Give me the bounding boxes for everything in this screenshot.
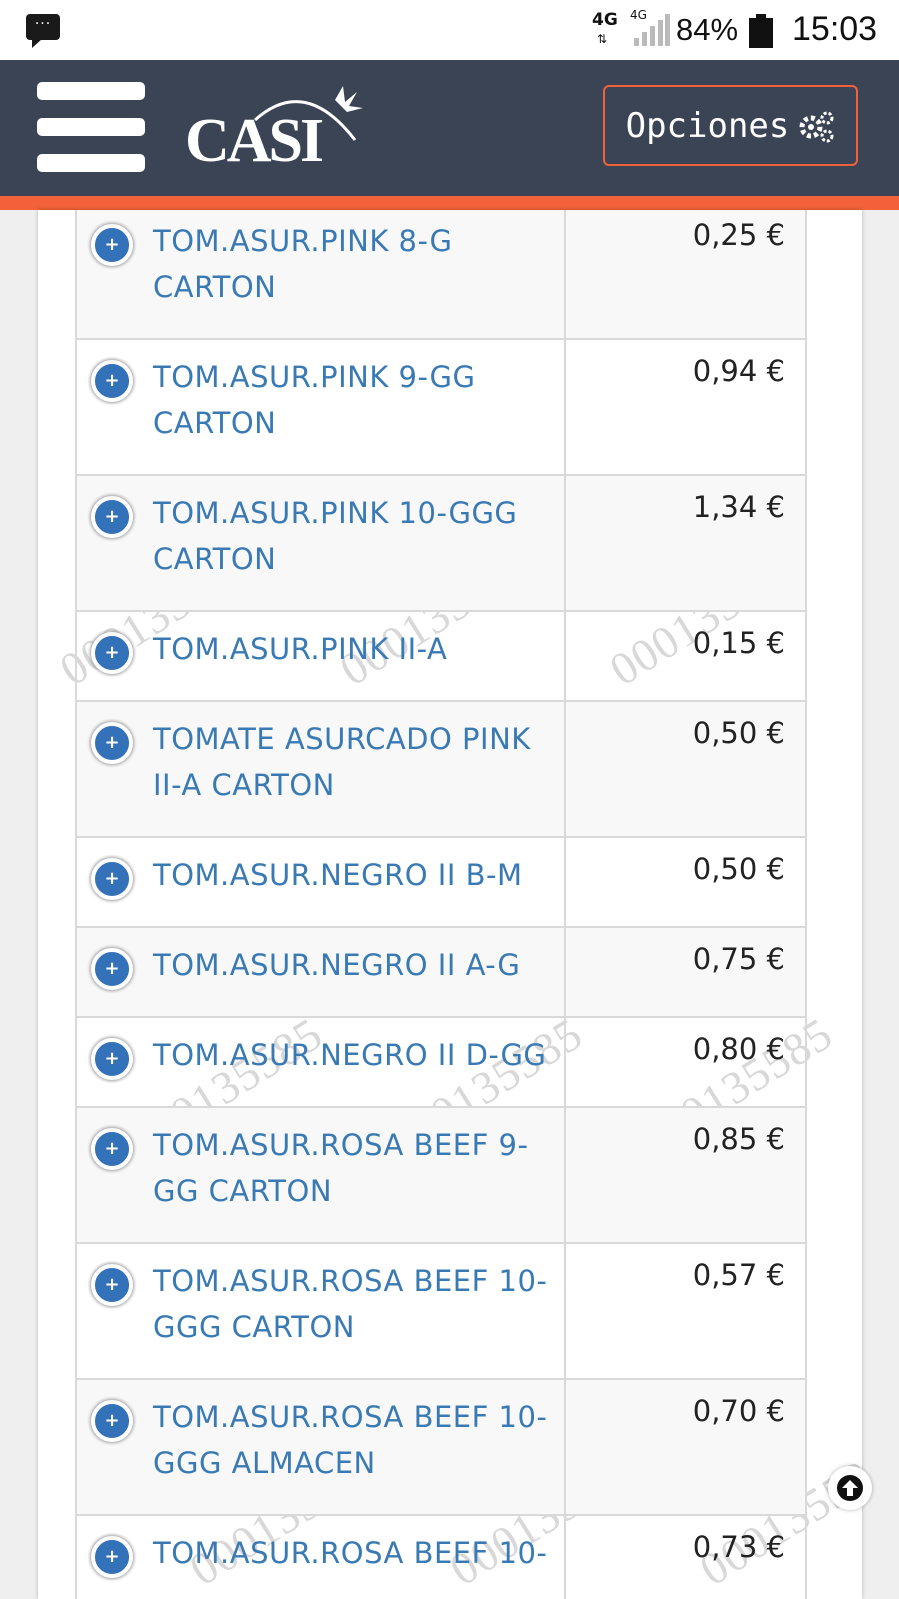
product-cell: + TOM.ASUR.NEGRO II A-G bbox=[77, 928, 566, 1016]
product-name[interactable]: TOM.ASUR.PINK 8-G CARTON bbox=[153, 218, 553, 310]
scroll-to-top-button[interactable] bbox=[828, 1466, 872, 1510]
product-name[interactable]: TOM.ASUR.NEGRO II A-G bbox=[153, 942, 553, 988]
product-cell: + TOM.ASUR.PINK 9-GG CARTON bbox=[77, 340, 566, 474]
product-price: 0,15 € bbox=[692, 626, 785, 660]
hamburger-menu-button[interactable] bbox=[37, 82, 145, 172]
price-list-panel[interactable]: 000135585 000135585 000135585 000135585 … bbox=[38, 210, 862, 1599]
product-price: 0,94 € bbox=[692, 354, 785, 388]
expand-plus-icon[interactable]: + bbox=[91, 1128, 133, 1170]
product-price: 0,25 € bbox=[692, 218, 785, 252]
network-type: 4G bbox=[592, 10, 618, 30]
product-cell: + TOM.ASUR.NEGRO II D-GG bbox=[77, 1018, 566, 1106]
expand-plus-icon[interactable]: + bbox=[91, 1264, 133, 1306]
options-label: Opciones bbox=[625, 105, 790, 146]
expand-plus-icon[interactable]: + bbox=[91, 858, 133, 900]
battery-percent: 84% bbox=[676, 12, 739, 47]
product-price: 1,34 € bbox=[692, 490, 785, 524]
product-cell: + TOM.ASUR.ROSA BEEF 10- bbox=[77, 1516, 566, 1599]
product-price: 0,85 € bbox=[692, 1122, 785, 1156]
product-price: 0,50 € bbox=[692, 716, 785, 750]
product-price: 0,70 € bbox=[692, 1394, 785, 1428]
expand-plus-icon[interactable]: + bbox=[91, 360, 133, 402]
message-icon: ··· bbox=[26, 14, 60, 48]
options-button[interactable]: Opciones bbox=[603, 85, 858, 166]
logo-text: CASI bbox=[185, 107, 324, 175]
expand-plus-icon[interactable]: + bbox=[91, 1400, 133, 1442]
table-row: + TOM.ASUR.ROSA BEEF 10-GGG CARTON 0,57 … bbox=[75, 1244, 807, 1380]
app-header: CASI Opciones bbox=[0, 60, 899, 210]
table-row: + TOM.ASUR.ROSA BEEF 9-GG CARTON 0,85 € bbox=[75, 1108, 807, 1244]
product-name[interactable]: TOM.ASUR.ROSA BEEF 10- bbox=[153, 1530, 553, 1576]
product-name[interactable]: TOM.ASUR.PINK 9-GG CARTON bbox=[153, 354, 553, 446]
product-cell: + TOM.ASUR.ROSA BEEF 9-GG CARTON bbox=[77, 1108, 566, 1242]
price-table: + TOM.ASUR.PINK 8-G CARTON 0,25 € + TOM.… bbox=[75, 210, 807, 1599]
battery-icon bbox=[749, 14, 773, 48]
product-price: 0,75 € bbox=[692, 942, 785, 976]
expand-plus-icon[interactable]: + bbox=[91, 224, 133, 266]
product-price: 0,57 € bbox=[692, 1258, 785, 1292]
clock: 15:03 bbox=[792, 10, 878, 48]
product-cell: + TOM.ASUR.NEGRO II B-M bbox=[77, 838, 566, 926]
signal-icon bbox=[634, 14, 670, 46]
expand-plus-icon[interactable]: + bbox=[91, 1038, 133, 1080]
product-name[interactable]: TOMATE ASURCADO PINK II-A CARTON bbox=[153, 716, 553, 808]
product-name[interactable]: TOM.ASUR.PINK II-A bbox=[153, 626, 553, 672]
table-row: + TOM.ASUR.PINK II-A 0,15 € bbox=[75, 612, 807, 702]
data-arrows-icon: ⇅ bbox=[597, 32, 608, 46]
table-row: + TOM.ASUR.PINK 8-G CARTON 0,25 € bbox=[75, 210, 807, 340]
product-name[interactable]: TOM.ASUR.NEGRO II B-M bbox=[153, 852, 553, 898]
product-price: 0,80 € bbox=[692, 1032, 785, 1066]
product-price: 0,73 € bbox=[692, 1530, 785, 1564]
gears-icon bbox=[799, 111, 834, 142]
expand-plus-icon[interactable]: + bbox=[91, 948, 133, 990]
product-name[interactable]: TOM.ASUR.ROSA BEEF 9-GG CARTON bbox=[153, 1122, 553, 1214]
table-row: + TOM.ASUR.NEGRO II B-M 0,50 € bbox=[75, 838, 807, 928]
product-cell: + TOM.ASUR.ROSA BEEF 10-GGG ALMACEN bbox=[77, 1380, 566, 1514]
expand-plus-icon[interactable]: + bbox=[91, 722, 133, 764]
table-row: + TOM.ASUR.ROSA BEEF 10- 0,73 € bbox=[75, 1516, 807, 1599]
product-name[interactable]: TOM.ASUR.ROSA BEEF 10-GGG ALMACEN bbox=[153, 1394, 553, 1486]
product-name[interactable]: TOM.ASUR.NEGRO II D-GG bbox=[153, 1032, 553, 1078]
product-cell: + TOMATE ASURCADO PINK II-A CARTON bbox=[77, 702, 566, 836]
product-price: 0,50 € bbox=[692, 852, 785, 886]
casi-logo[interactable]: CASI bbox=[185, 80, 375, 180]
arrow-up-circle-icon bbox=[837, 1475, 863, 1501]
product-cell: + TOM.ASUR.ROSA BEEF 10-GGG CARTON bbox=[77, 1244, 566, 1378]
product-name[interactable]: TOM.ASUR.PINK 10-GGG CARTON bbox=[153, 490, 553, 582]
expand-plus-icon[interactable]: + bbox=[91, 496, 133, 538]
table-row: + TOM.ASUR.PINK 10-GGG CARTON 1,34 € bbox=[75, 476, 807, 612]
table-row: + TOM.ASUR.NEGRO II A-G 0,75 € bbox=[75, 928, 807, 1018]
product-name[interactable]: TOM.ASUR.ROSA BEEF 10-GGG CARTON bbox=[153, 1258, 553, 1350]
table-row: + TOM.ASUR.NEGRO II D-GG 0,80 € bbox=[75, 1018, 807, 1108]
table-row: + TOM.ASUR.ROSA BEEF 10-GGG ALMACEN 0,70… bbox=[75, 1380, 807, 1516]
product-cell: + TOM.ASUR.PINK 8-G CARTON bbox=[77, 210, 566, 338]
status-bar: ··· 4G ⇅ 4G 84% 15:03 bbox=[0, 0, 899, 60]
expand-plus-icon[interactable]: + bbox=[91, 632, 133, 674]
product-cell: + TOM.ASUR.PINK 10-GGG CARTON bbox=[77, 476, 566, 610]
table-row: + TOMATE ASURCADO PINK II-A CARTON 0,50 … bbox=[75, 702, 807, 838]
table-row: + TOM.ASUR.PINK 9-GG CARTON 0,94 € bbox=[75, 340, 807, 476]
expand-plus-icon[interactable]: + bbox=[91, 1536, 133, 1578]
product-cell: + TOM.ASUR.PINK II-A bbox=[77, 612, 566, 700]
